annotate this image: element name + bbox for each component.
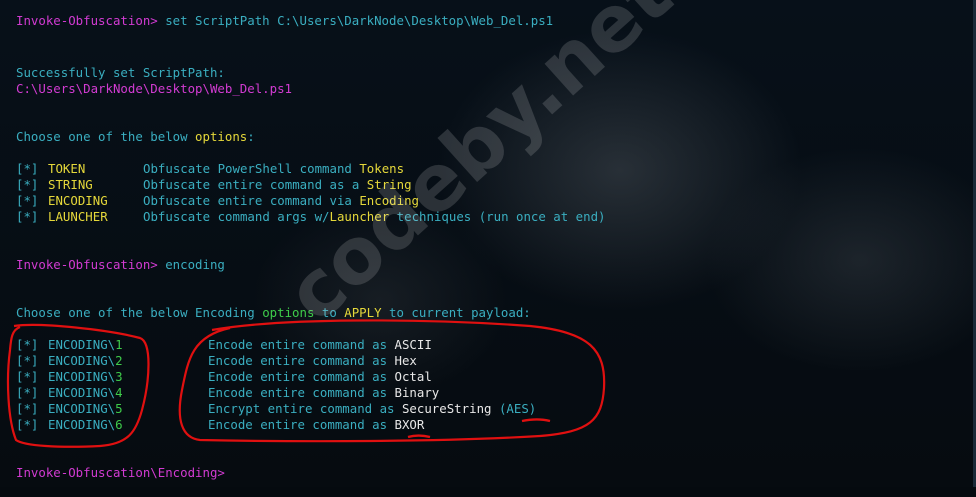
annotation-underline-aes — [521, 418, 551, 423]
annotation-circle-option-ids — [6, 323, 150, 448]
annotation-underline-bxor — [407, 434, 431, 439]
red-annotation-marks — [6, 319, 606, 448]
annotation-circle-descriptions — [178, 319, 606, 443]
